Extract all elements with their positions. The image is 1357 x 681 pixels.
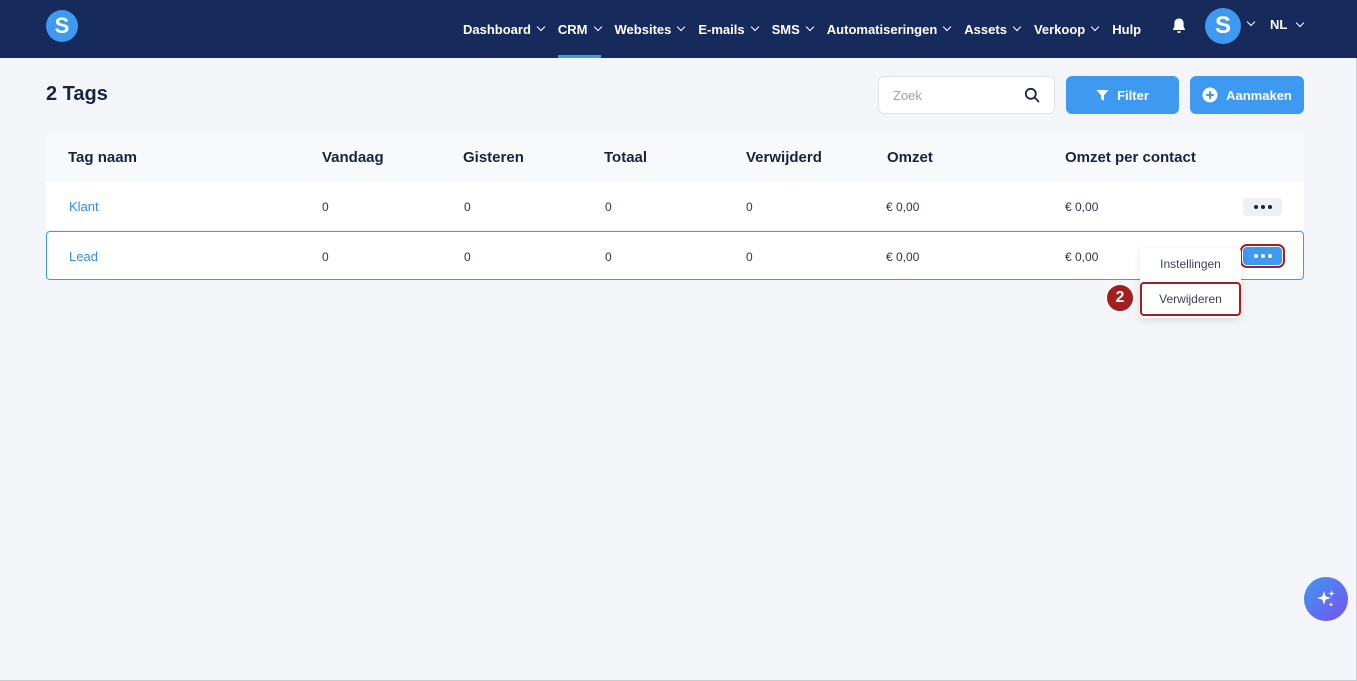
row-actions-button[interactable] (1243, 198, 1282, 216)
column-header-verwijderd[interactable]: Verwijderd (746, 149, 822, 166)
tags-table: Tag naam Vandaag Gisteren Totaal Verwijd… (46, 132, 1304, 280)
nav-item-emails[interactable]: E-mails (698, 0, 759, 58)
table-header: Tag naam Vandaag Gisteren Totaal Verwijd… (46, 132, 1304, 182)
filter-button[interactable]: Filter (1066, 76, 1179, 114)
app-logo[interactable]: S (46, 10, 78, 42)
cell-revenue-per-contact: € 0,00 (1065, 200, 1099, 214)
nav-item-automatiseringen[interactable]: Automatiseringen (827, 0, 952, 58)
nav-item-dashboard[interactable]: Dashboard (463, 0, 546, 58)
plus-circle-icon (1202, 87, 1218, 103)
cell-yesterday: 0 (464, 250, 471, 264)
chevron-down-icon (536, 22, 546, 32)
cell-revenue: € 0,00 (886, 250, 920, 264)
assistant-button[interactable] (1304, 577, 1348, 621)
ellipsis-icon (1253, 254, 1258, 258)
step-number-badge: 2 (1105, 283, 1135, 313)
chevron-down-icon (805, 22, 815, 32)
user-avatar[interactable]: S (1205, 8, 1241, 44)
chevron-down-icon (750, 22, 759, 32)
chevron-down-icon[interactable] (1246, 17, 1256, 27)
cell-deleted: 0 (746, 250, 753, 264)
chevron-down-icon (943, 22, 952, 32)
search-box (878, 76, 1055, 114)
top-navigation-bar: S Dashboard CRM Websites E-mails SMS Aut… (0, 0, 1357, 58)
nav-item-hulp[interactable]: Hulp (1112, 0, 1141, 58)
column-header-gisteren[interactable]: Gisteren (463, 149, 524, 166)
nav-item-verkoop[interactable]: Verkoop (1034, 0, 1100, 58)
cell-revenue-per-contact: € 0,00 (1065, 250, 1099, 264)
page-title: 2 Tags (46, 83, 108, 105)
chevron-down-icon (1012, 22, 1022, 32)
menu-item-verwijderen[interactable]: Verwijderen (1140, 282, 1241, 316)
nav-item-crm[interactable]: CRM (557, 0, 602, 58)
search-icon[interactable] (1024, 87, 1040, 103)
cell-today: 0 (322, 250, 329, 264)
tag-name-link[interactable]: Klant (69, 199, 99, 214)
cell-yesterday: 0 (464, 200, 471, 214)
sparkle-icon (1317, 590, 1335, 607)
chevron-down-icon (1296, 18, 1305, 27)
tag-name-link[interactable]: Lead (69, 249, 98, 264)
cell-total: 0 (605, 200, 612, 214)
column-header-tag-naam[interactable]: Tag naam (68, 149, 137, 166)
column-header-vandaag[interactable]: Vandaag (322, 149, 384, 166)
bell-icon[interactable] (1171, 17, 1187, 35)
create-button[interactable]: Aanmaken (1190, 76, 1304, 114)
chevron-down-icon (677, 22, 686, 32)
column-header-omzet[interactable]: Omzet (887, 149, 933, 166)
row-actions-button[interactable] (1240, 244, 1285, 268)
cell-total: 0 (605, 250, 612, 264)
nav-item-sms[interactable]: SMS (772, 0, 815, 58)
chevron-down-icon (593, 22, 602, 32)
cell-revenue: € 0,00 (886, 200, 920, 214)
chevron-down-icon (1090, 22, 1100, 32)
search-input[interactable] (879, 77, 1019, 113)
main-nav: Dashboard CRM Websites E-mails SMS Autom… (463, 0, 1155, 58)
nav-item-assets[interactable]: Assets (964, 0, 1022, 58)
nav-item-websites[interactable]: Websites (615, 0, 686, 58)
cell-today: 0 (322, 200, 329, 214)
column-header-omzet-per-contact[interactable]: Omzet per contact (1065, 149, 1196, 166)
table-row[interactable]: Klant 0 0 0 0 € 0,00 € 0,00 (46, 182, 1304, 231)
filter-icon (1096, 89, 1109, 101)
cell-deleted: 0 (746, 200, 753, 214)
table-row[interactable]: Lead 0 0 0 0 € 0,00 € 0,00 (46, 231, 1304, 280)
column-header-totaal[interactable]: Totaal (604, 149, 647, 166)
menu-item-instellingen[interactable]: Instellingen (1140, 248, 1241, 280)
row-actions-menu: Instellingen Verwijderen (1140, 248, 1241, 318)
ellipsis-icon (1253, 205, 1258, 209)
language-selector[interactable]: NL (1270, 17, 1305, 32)
